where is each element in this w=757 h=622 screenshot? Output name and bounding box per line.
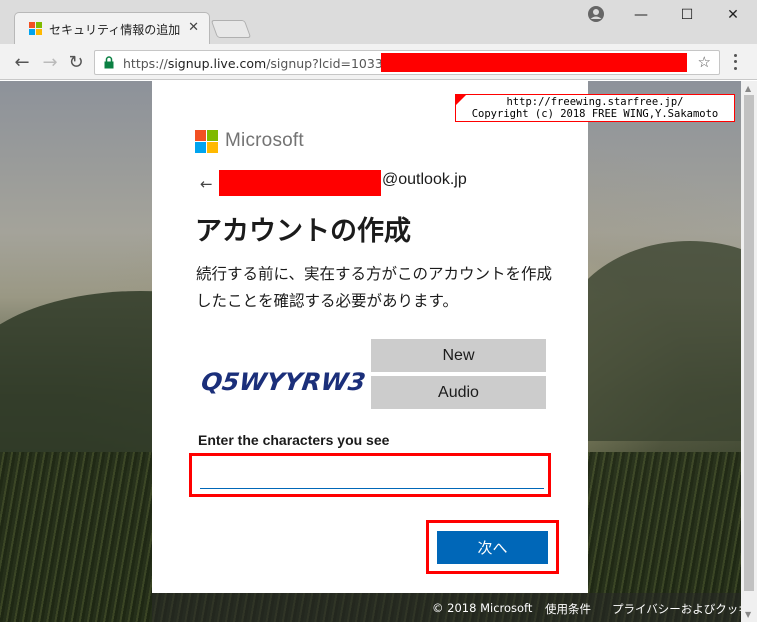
brand-name: Microsoft	[225, 130, 304, 151]
bookmark-star-icon[interactable]: ☆	[698, 53, 711, 71]
signup-card: Microsoft ← @outlook.jp アカウントの作成 続行する前に、…	[152, 81, 588, 593]
reload-button[interactable]: ↻	[64, 50, 88, 74]
watermark-copyright: Copyright (c) 2018 FREE WING,Y.Sakamoto	[471, 108, 719, 120]
forward-button[interactable]: →	[38, 50, 62, 74]
footer-privacy-link[interactable]: プライバシーおよびクッキー	[612, 601, 741, 617]
footer-terms-link[interactable]: 使用条件	[545, 601, 591, 617]
url-redaction	[381, 53, 687, 72]
email-redaction	[219, 170, 381, 196]
new-tab-button[interactable]	[210, 20, 252, 38]
email-domain: @outlook.jp	[382, 171, 467, 188]
tab-title: セキュリティ情報の追加	[49, 23, 181, 37]
microsoft-favicon-icon	[29, 22, 43, 36]
new-captcha-button[interactable]: New	[371, 339, 546, 372]
url-host: signup.live.com	[167, 56, 267, 71]
copyright-watermark: http://freewing.starfree.jp/ Copyright (…	[455, 94, 735, 122]
microsoft-logo-icon	[195, 130, 218, 153]
back-button[interactable]: ←	[10, 50, 34, 74]
captcha-text: Q5WYYRW3	[199, 368, 367, 396]
watermark-corner	[456, 95, 466, 105]
footer-bar: © 2018 Microsoft 使用条件 プライバシーおよびクッキー	[152, 593, 741, 622]
browser-menu-icon[interactable]	[728, 52, 742, 72]
description-text: 続行する前に、実在する方がこのアカウントを作成したことを確認する必要があります。	[196, 265, 553, 310]
back-arrow-icon[interactable]: ←	[200, 175, 213, 193]
lock-icon	[104, 56, 114, 69]
scrollbar-thumb[interactable]	[744, 95, 754, 591]
tab-close-icon[interactable]: ✕	[188, 20, 199, 35]
scroll-up-icon[interactable]: ▲	[745, 84, 751, 93]
url-path: /signup?lcid=1033	[266, 56, 383, 71]
url-scheme: https://	[123, 56, 168, 71]
footer-copyright: © 2018 Microsoft	[432, 601, 533, 615]
watermark-url: http://freewing.starfree.jp/	[506, 96, 684, 108]
captcha-input[interactable]	[200, 459, 544, 489]
address-bar[interactable]: https://signup.live.com/signup?lcid=1033…	[94, 50, 720, 75]
next-button[interactable]: 次へ	[437, 531, 548, 564]
captcha-input-label: Enter the characters you see	[198, 432, 390, 448]
page-scrollbar[interactable]: ▲ ▼	[741, 81, 757, 622]
tab-active[interactable]: セキュリティ情報の追加 ✕	[14, 12, 210, 44]
browser-toolbar: ← → ↻ https://signup.live.com/signup?lci…	[0, 44, 757, 80]
minimize-button[interactable]: —	[618, 0, 664, 30]
scroll-down-icon[interactable]: ▼	[745, 610, 751, 619]
audio-captcha-button[interactable]: Audio	[371, 376, 546, 409]
url-text: https://signup.live.com/signup?lcid=1033	[123, 56, 383, 71]
close-window-button[interactable]: ✕	[710, 0, 756, 30]
page-background: Microsoft ← @outlook.jp アカウントの作成 続行する前に、…	[0, 81, 741, 622]
page-title: アカウントの作成	[195, 216, 411, 247]
maximize-button[interactable]: ☐	[664, 0, 710, 30]
tab-strip: セキュリティ情報の追加 ✕ — ☐ ✕	[0, 0, 757, 44]
next-button-highlight: 次へ	[426, 520, 559, 574]
captcha-input-highlight	[189, 453, 551, 497]
profile-icon[interactable]	[586, 4, 606, 24]
captcha-image: Q5WYYRW3	[199, 368, 367, 396]
